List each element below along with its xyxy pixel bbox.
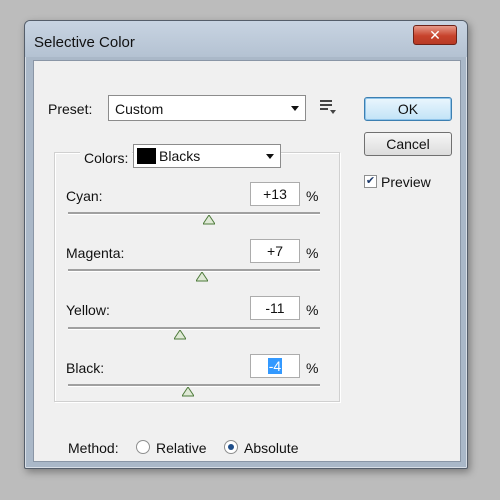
preset-dropdown[interactable]: Custom <box>108 95 306 121</box>
yellow-slider-thumb[interactable] <box>174 330 186 340</box>
yellow-unit: % <box>306 302 319 318</box>
preset-options-icon[interactable] <box>320 99 336 114</box>
absolute-label[interactable]: Absolute <box>244 440 298 456</box>
preview-checkbox[interactable]: ✔ <box>364 175 377 188</box>
cancel-button[interactable]: Cancel <box>364 132 452 156</box>
magenta-slider-thumb[interactable] <box>196 272 208 282</box>
magenta-slider-track[interactable] <box>68 269 320 282</box>
preview-label[interactable]: Preview <box>381 174 431 190</box>
black-slider-thumb[interactable] <box>182 387 194 397</box>
close-icon: ✕ <box>429 27 441 43</box>
cyan-slider-track[interactable] <box>68 212 320 225</box>
black-input-selected-text: -4 <box>267 358 283 374</box>
ok-button[interactable]: OK <box>364 97 452 121</box>
cyan-input[interactable]: +13 <box>250 182 300 206</box>
relative-label[interactable]: Relative <box>156 440 207 456</box>
magenta-unit: % <box>306 245 319 261</box>
colors-value: Blacks <box>159 148 201 164</box>
cyan-label: Cyan: <box>66 188 103 204</box>
close-button[interactable]: ✕ <box>413 25 457 45</box>
black-slider-track[interactable] <box>68 384 320 397</box>
black-unit: % <box>306 360 319 376</box>
chevron-down-icon <box>291 106 299 111</box>
title-bar[interactable]: Selective Color ✕ <box>25 21 467 57</box>
magenta-input[interactable]: +7 <box>250 239 300 263</box>
method-label: Method: <box>68 440 119 456</box>
yellow-slider-track[interactable] <box>68 327 320 340</box>
dialog-body: Preset: Custom OK Cancel ✔ Preview Color… <box>33 60 461 462</box>
colors-dropdown[interactable]: Blacks <box>133 144 281 168</box>
cyan-slider-thumb[interactable] <box>203 215 215 225</box>
magenta-label: Magenta: <box>66 245 125 261</box>
chevron-down-icon <box>266 154 274 159</box>
dialog-title: Selective Color <box>34 34 135 51</box>
absolute-radio[interactable] <box>224 440 238 454</box>
preset-label: Preset: <box>48 101 93 117</box>
color-swatch <box>137 148 156 164</box>
selective-color-dialog: Selective Color ✕ Preset: Custom OK Canc… <box>24 20 468 469</box>
checkmark-icon: ✔ <box>365 175 376 187</box>
cyan-unit: % <box>306 188 319 204</box>
preset-value: Custom <box>115 101 164 117</box>
black-input[interactable]: -4 <box>250 354 300 378</box>
relative-radio[interactable] <box>136 440 150 454</box>
colors-label: Colors: <box>80 150 133 166</box>
black-label: Black: <box>66 360 105 376</box>
yellow-input[interactable]: -11 <box>250 296 300 320</box>
yellow-label: Yellow: <box>66 302 110 318</box>
